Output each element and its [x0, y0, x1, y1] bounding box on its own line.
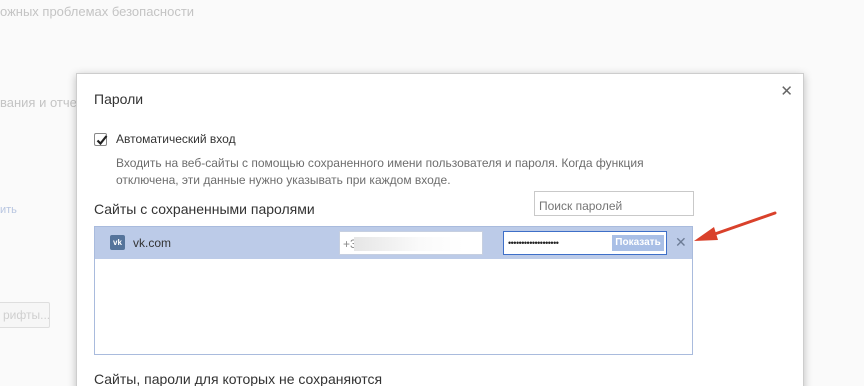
bg-link: ить [0, 204, 17, 216]
auto-login-description: Входить на веб-сайты с помощью сохраненн… [116, 156, 644, 187]
saved-password-row[interactable]: vk vk.com +3 ••••••••••••••••••• Показат… [95, 227, 692, 259]
username-field[interactable]: +3 [339, 231, 483, 255]
saved-passwords-title: Сайты с сохраненными паролями [94, 201, 315, 217]
password-search-input[interactable] [534, 191, 694, 216]
never-saved-title: Сайты, пароли для которых не сохраняются [94, 371, 383, 386]
dialog-title: Пароли [94, 91, 144, 107]
password-mask: ••••••••••••••••••• [508, 238, 559, 248]
annotation-arrow-icon [694, 211, 777, 241]
bg-fonts-button: рифты... [0, 302, 50, 328]
close-icon[interactable]: ✕ [780, 82, 793, 100]
bg-text-security: ожных проблемах безопасности [0, 4, 195, 19]
password-field[interactable]: ••••••••••••••••••• Показать [503, 231, 667, 255]
auto-login-option[interactable]: Автоматический вход [94, 132, 236, 146]
vk-favicon-icon: vk [110, 235, 125, 250]
bg-text-reports: вания и отчет [0, 95, 83, 110]
checkmark-icon [96, 134, 108, 145]
site-name: vk.com [133, 236, 172, 250]
remove-password-icon[interactable]: ✕ [675, 234, 687, 251]
saved-passwords-list: vk vk.com +3 ••••••••••••••••••• Показат… [94, 226, 693, 355]
auto-login-checkbox[interactable] [94, 132, 108, 146]
auto-login-label: Автоматический вход [116, 132, 236, 146]
username-blur-overlay [354, 237, 464, 251]
show-password-button[interactable]: Показать [612, 235, 664, 251]
